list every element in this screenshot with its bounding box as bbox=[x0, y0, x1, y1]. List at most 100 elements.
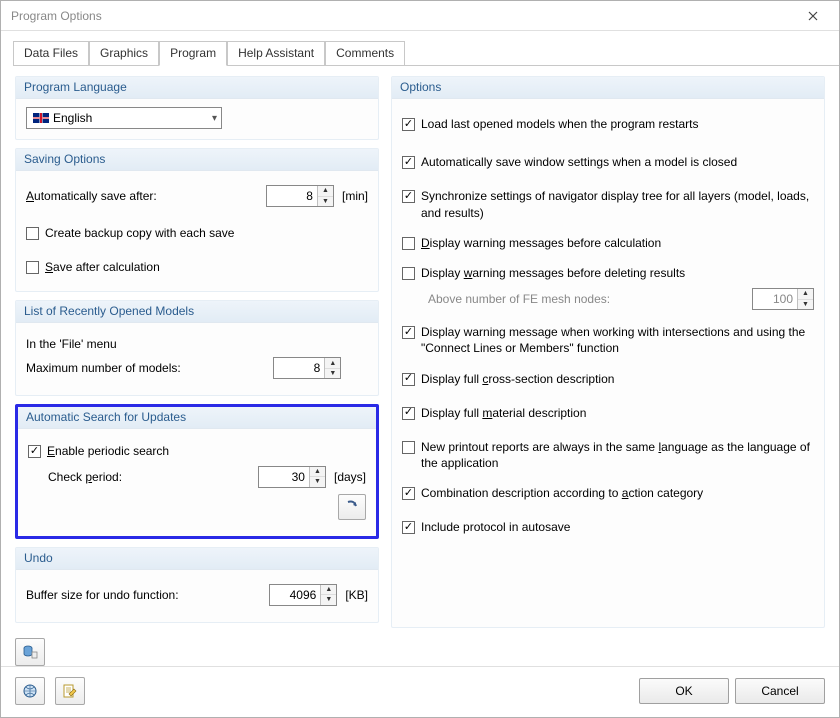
fe-nodes-label: Above number of FE mesh nodes: bbox=[428, 292, 610, 306]
checkbox-include-protocol[interactable]: Include protocol in autosave bbox=[402, 519, 814, 535]
language-value: English bbox=[53, 111, 92, 125]
max-models-value[interactable] bbox=[274, 358, 324, 378]
spin-up-icon[interactable]: ▲ bbox=[310, 467, 325, 478]
checkbox-box bbox=[402, 373, 415, 386]
tab-program[interactable]: Program bbox=[159, 41, 227, 66]
spin-down-icon[interactable]: ▼ bbox=[325, 369, 340, 379]
autosave-window-label: Automatically save window settings when … bbox=[421, 154, 737, 170]
auto-save-label: Automatically save after: bbox=[26, 189, 157, 203]
combo-description-label: Combination description according to act… bbox=[421, 485, 703, 501]
tab-graphics[interactable]: Graphics bbox=[89, 41, 159, 66]
check-period-value[interactable] bbox=[259, 467, 309, 487]
checkbox-warn-intersections[interactable]: Display warning message when working wit… bbox=[402, 324, 814, 356]
buffer-spinner[interactable]: ▲▼ bbox=[269, 584, 337, 606]
checkbox-box bbox=[402, 407, 415, 420]
check-period-spinner[interactable]: ▲▼ bbox=[258, 466, 326, 488]
group-saving-header: Saving Options bbox=[16, 149, 378, 171]
spin-up-icon[interactable]: ▲ bbox=[325, 358, 340, 369]
checkbox-box bbox=[402, 521, 415, 534]
group-updates: Automatic Search for Updates Enable peri… bbox=[15, 404, 379, 538]
tab-comments[interactable]: Comments bbox=[325, 41, 405, 66]
checkbox-box bbox=[402, 441, 415, 454]
fe-nodes-spinner[interactable]: ▲▼ bbox=[752, 288, 814, 310]
left-column: Program Language English ▾ Saving Option… bbox=[15, 76, 379, 630]
warn-before-calc-label: Display warning messages before calculat… bbox=[421, 235, 661, 251]
auto-save-value[interactable] bbox=[267, 186, 317, 206]
pencil-note-icon bbox=[62, 683, 78, 699]
flag-uk-icon bbox=[33, 113, 49, 123]
settings-icon-button[interactable] bbox=[15, 638, 45, 666]
tab-data-files[interactable]: Data Files bbox=[13, 41, 89, 66]
chevron-down-icon: ▾ bbox=[212, 113, 217, 124]
group-options-header: Options bbox=[392, 77, 824, 99]
spin-down-icon[interactable]: ▼ bbox=[318, 197, 333, 207]
checkbox-combo-description[interactable]: Combination description according to act… bbox=[402, 485, 814, 501]
checkbox-box bbox=[26, 261, 39, 274]
checkbox-box bbox=[402, 118, 415, 131]
checkbox-full-cs[interactable]: Display full cross-section description bbox=[402, 371, 814, 387]
help-globe-icon bbox=[22, 683, 38, 699]
max-models-label: Maximum number of models: bbox=[26, 361, 181, 375]
check-now-button[interactable] bbox=[338, 494, 366, 520]
checkbox-save-after-calc[interactable]: Save after calculation bbox=[26, 259, 368, 275]
max-models-spinner[interactable]: ▲▼ bbox=[273, 357, 341, 379]
help-button[interactable] bbox=[15, 677, 45, 705]
check-period-unit: [days] bbox=[334, 470, 366, 484]
ok-button[interactable]: OK bbox=[639, 678, 729, 704]
spin-down-icon[interactable]: ▼ bbox=[310, 477, 325, 487]
enable-periodic-label: Enable periodic search bbox=[47, 443, 169, 459]
check-period-label: Check period: bbox=[48, 470, 122, 484]
group-undo: Undo Buffer size for undo function: ▲▼ [… bbox=[15, 547, 379, 623]
include-protocol-label: Include protocol in autosave bbox=[421, 519, 570, 535]
checkbox-box bbox=[26, 227, 39, 240]
in-file-menu-label: In the 'File' menu bbox=[26, 337, 117, 351]
cancel-button[interactable]: Cancel bbox=[735, 678, 825, 704]
refresh-arrow-icon bbox=[344, 499, 360, 515]
buffer-unit: [KB] bbox=[345, 588, 368, 602]
load-last-label: Load last opened models when the program… bbox=[421, 116, 699, 132]
checkbox-printout-language[interactable]: New printout reports are always in the s… bbox=[402, 439, 814, 471]
checkbox-warn-before-delete[interactable]: Display warning messages before deleting… bbox=[402, 265, 814, 281]
spin-up-icon[interactable]: ▲ bbox=[798, 289, 813, 300]
group-recent-models: List of Recently Opened Models In the 'F… bbox=[15, 300, 379, 396]
checkbox-load-last[interactable]: Load last opened models when the program… bbox=[402, 116, 814, 132]
checkbox-enable-periodic-search[interactable]: Enable periodic search bbox=[28, 443, 366, 459]
spin-down-icon[interactable]: ▼ bbox=[798, 300, 813, 310]
dialog-footer: OK Cancel bbox=[1, 666, 839, 717]
buffer-value[interactable] bbox=[270, 585, 320, 605]
group-recent-header: List of Recently Opened Models bbox=[16, 301, 378, 323]
full-cs-label: Display full cross-section description bbox=[421, 371, 614, 387]
database-gear-icon bbox=[22, 644, 38, 660]
checkbox-create-backup[interactable]: Create backup copy with each save bbox=[26, 225, 368, 241]
printout-language-label: New printout reports are always in the s… bbox=[421, 439, 814, 471]
group-options: Options Load last opened models when the… bbox=[391, 76, 825, 628]
checkbox-box bbox=[402, 326, 415, 339]
checkbox-box bbox=[402, 267, 415, 280]
language-combo[interactable]: English ▾ bbox=[26, 107, 222, 129]
spin-up-icon[interactable]: ▲ bbox=[321, 585, 336, 596]
content-area: Program Language English ▾ Saving Option… bbox=[1, 66, 839, 630]
bottom-toolbar bbox=[1, 630, 839, 666]
dialog-window: Program Options Data Files Graphics Prog… bbox=[0, 0, 840, 718]
checkbox-box bbox=[402, 237, 415, 250]
tab-bar: Data Files Graphics Program Help Assista… bbox=[1, 31, 839, 66]
checkbox-box bbox=[402, 487, 415, 500]
edit-notes-button[interactable] bbox=[55, 677, 85, 705]
checkbox-full-material[interactable]: Display full material description bbox=[402, 405, 814, 421]
create-backup-label: Create backup copy with each save bbox=[45, 225, 234, 241]
fe-nodes-value[interactable] bbox=[753, 289, 797, 309]
titlebar: Program Options bbox=[1, 1, 839, 31]
auto-save-spinner[interactable]: ▲▼ bbox=[266, 185, 334, 207]
group-saving: Saving Options Automatically save after:… bbox=[15, 148, 379, 292]
right-column: Options Load last opened models when the… bbox=[391, 76, 825, 630]
close-button[interactable] bbox=[793, 4, 833, 28]
group-language-header: Program Language bbox=[16, 77, 378, 99]
checkbox-sync-navigator[interactable]: Synchronize settings of navigator displa… bbox=[402, 188, 814, 220]
spin-down-icon[interactable]: ▼ bbox=[321, 595, 336, 605]
checkbox-warn-before-calc[interactable]: Display warning messages before calculat… bbox=[402, 235, 814, 251]
spin-up-icon[interactable]: ▲ bbox=[318, 186, 333, 197]
buffer-label: Buffer size for undo function: bbox=[26, 588, 179, 602]
checkbox-box bbox=[28, 445, 41, 458]
checkbox-autosave-window-settings[interactable]: Automatically save window settings when … bbox=[402, 154, 814, 170]
tab-help-assistant[interactable]: Help Assistant bbox=[227, 41, 325, 66]
